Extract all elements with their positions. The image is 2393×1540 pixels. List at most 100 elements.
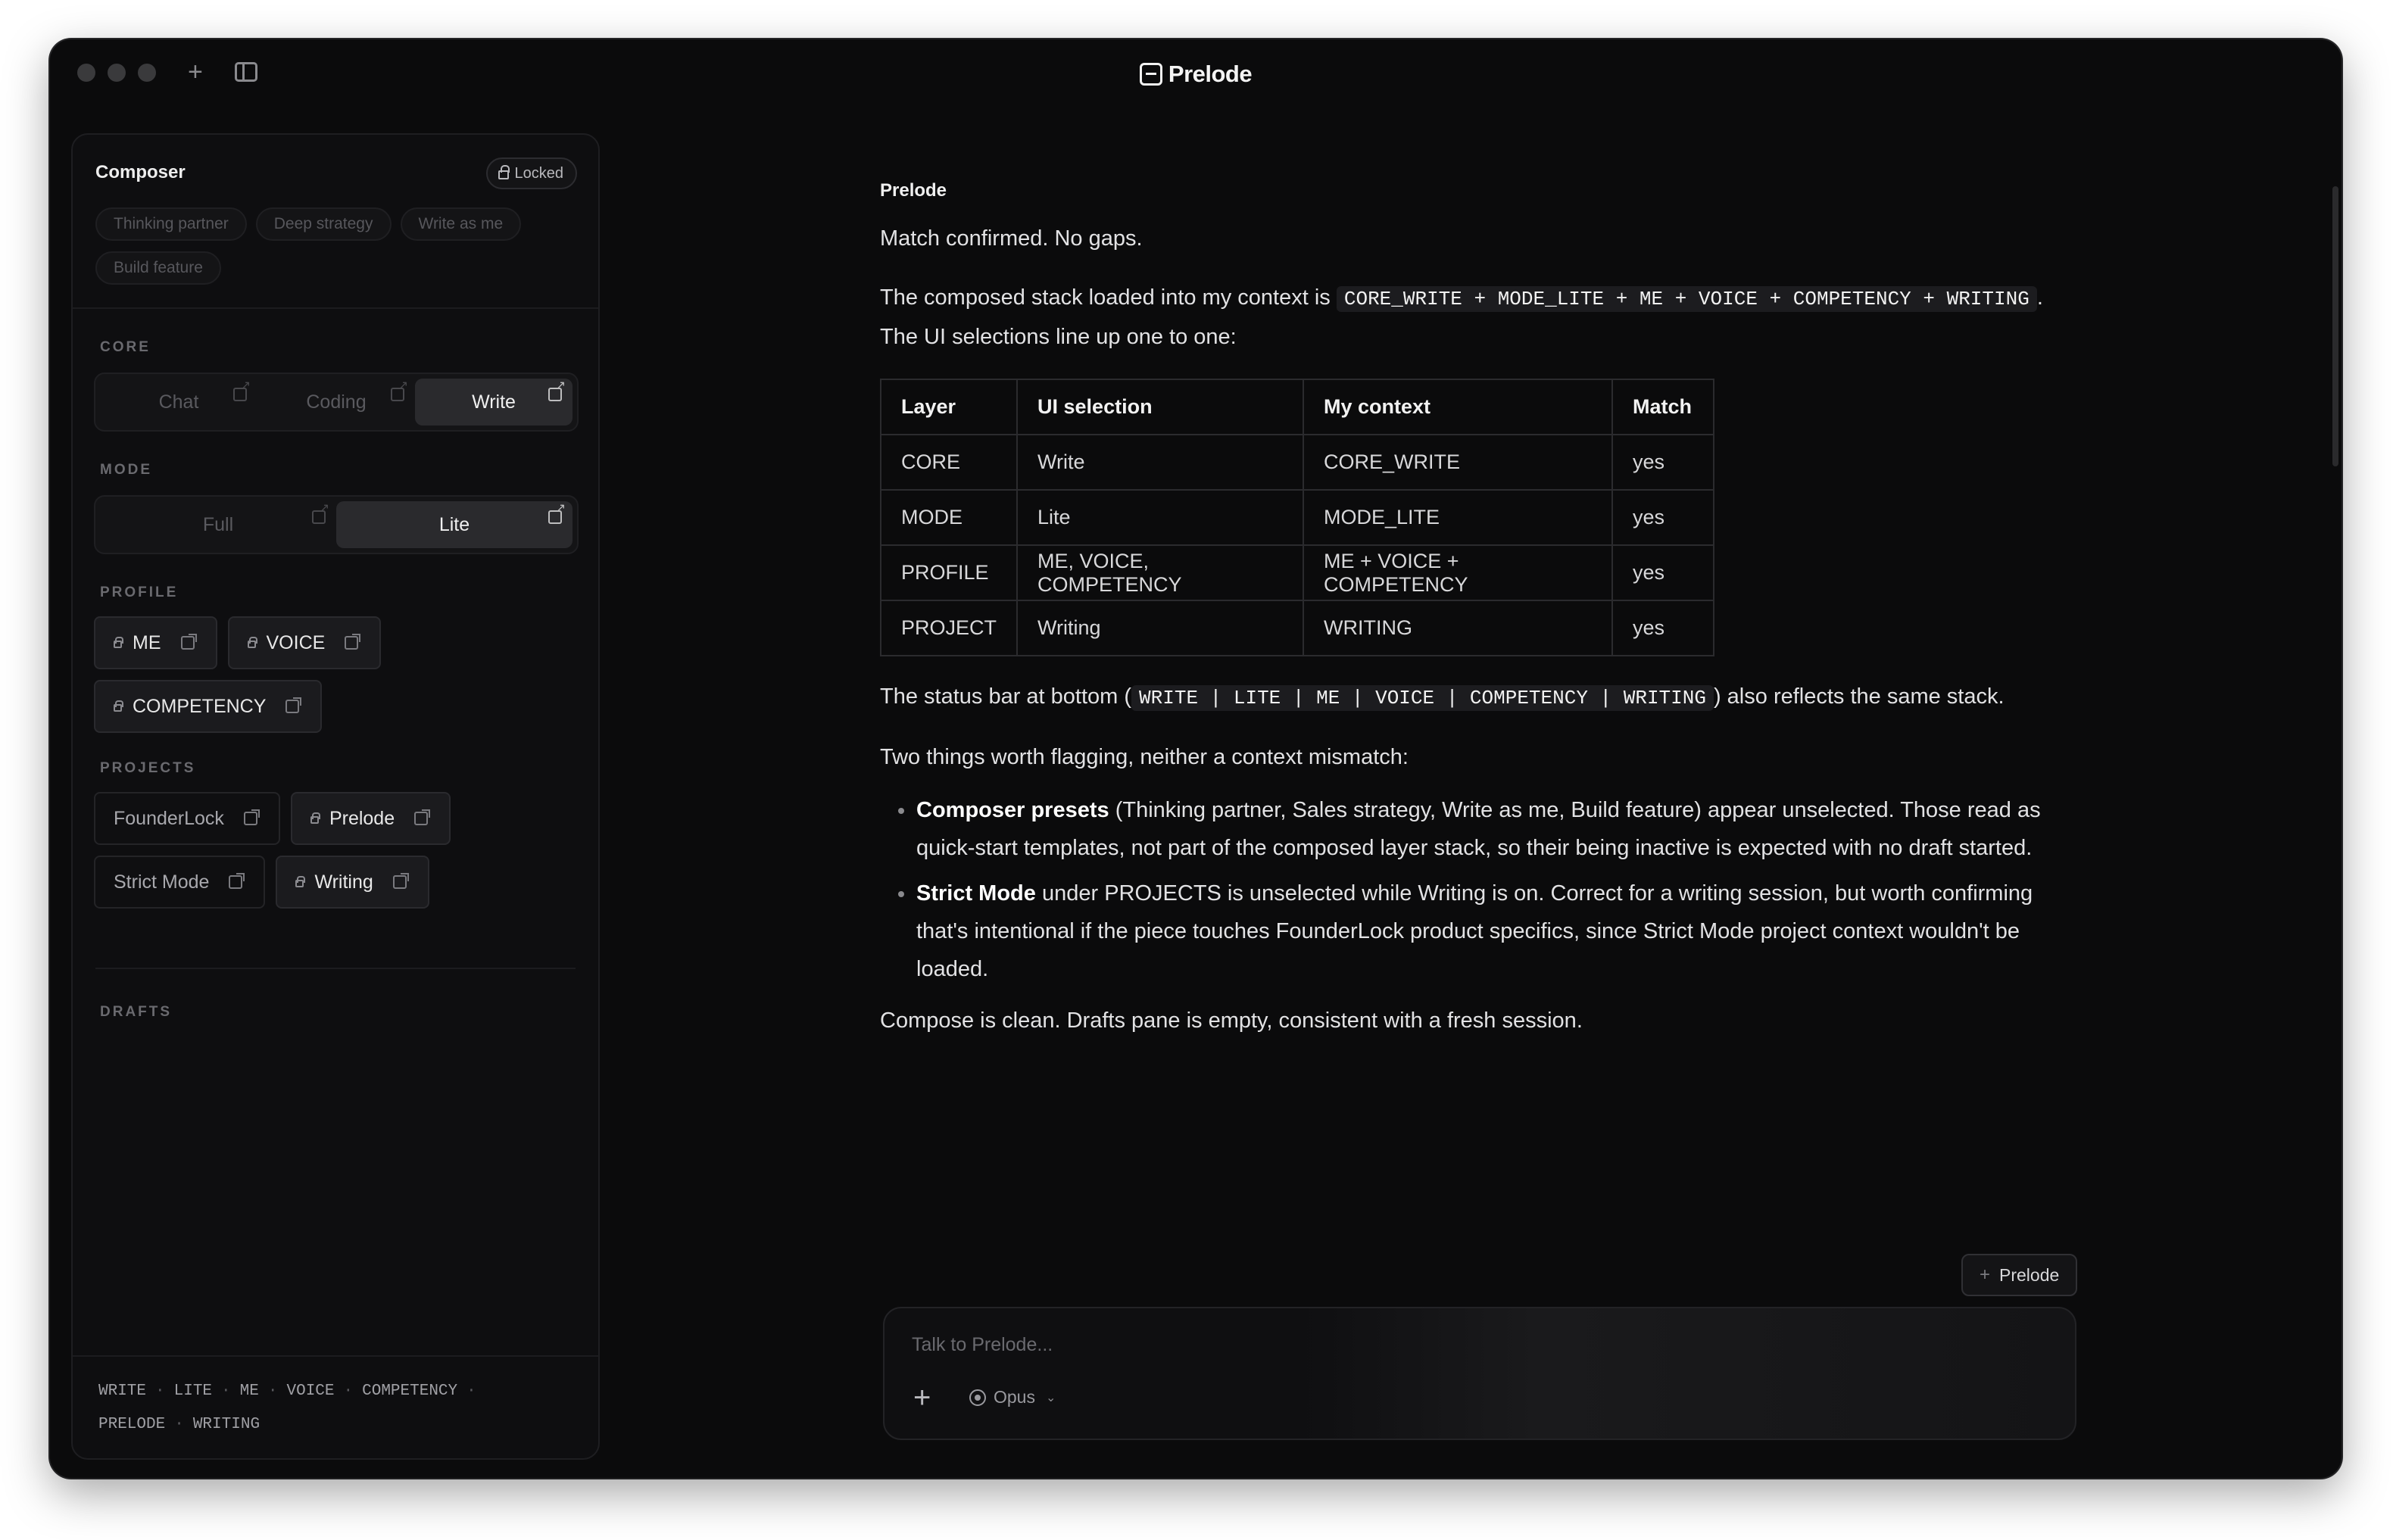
lock-icon <box>247 637 257 648</box>
composer-box: + Opus ⌄ <box>883 1307 2076 1440</box>
composer-presets: Thinking partner Deep strategy Write as … <box>95 207 580 285</box>
mode-selector: Full Lite <box>94 495 579 554</box>
project-chip-strict-mode[interactable]: Strict Mode <box>94 856 266 909</box>
external-link-icon[interactable] <box>345 634 361 650</box>
add-attachment-icon[interactable]: + <box>913 1383 931 1413</box>
preset-deep-strategy[interactable]: Deep strategy <box>255 207 392 241</box>
table-cell: MODE <box>879 489 1019 546</box>
prelode-logo-icon <box>1139 63 1162 86</box>
table-cell: PROFILE <box>879 544 1019 601</box>
table-row: CORE Write CORE_WRITE yes <box>879 434 1715 491</box>
context-chip-prelode[interactable]: + Prelode <box>1961 1254 2078 1296</box>
app-title: Prelode <box>50 61 2342 88</box>
lock-icon <box>310 812 320 824</box>
table-cell: WRITING <box>1303 600 1614 656</box>
list-item: Composer presets (Thinking partner, Sale… <box>880 791 2061 867</box>
profile-section-label: PROFILE <box>100 585 179 600</box>
profile-chip-competency[interactable]: COMPETENCY <box>94 680 323 733</box>
divider <box>73 1355 598 1357</box>
profile-chip-voice[interactable]: VOICE <box>227 616 382 669</box>
lock-icon <box>295 876 306 887</box>
project-chip-founderlock[interactable]: FounderLock <box>94 792 280 845</box>
match-table: Layer UI selection My context Match CORE… <box>879 379 1715 656</box>
model-selector[interactable]: Opus ⌄ <box>969 1387 1056 1408</box>
message-paragraph: Compose is clean. Drafts pane is empty, … <box>880 1008 1583 1033</box>
external-link-icon[interactable] <box>414 809 431 825</box>
project-chips: FounderLock Prelode Strict Mode Writing <box>94 792 488 909</box>
table-cell: ME + VOICE + COMPETENCY <box>1303 544 1614 601</box>
flag-list: Composer presets (Thinking partner, Sale… <box>880 791 2061 988</box>
table-header: Match <box>1611 379 1715 435</box>
profile-chip-me[interactable]: ME <box>94 616 217 669</box>
table-header: UI selection <box>1016 379 1305 435</box>
mode-option-full[interactable]: Full <box>100 501 336 548</box>
core-option-chat[interactable]: Chat <box>100 379 257 426</box>
table-row: PROJECT Writing WRITING yes <box>879 600 1715 656</box>
table-cell: CORE_WRITE <box>1303 434 1614 491</box>
list-item: Strict Mode under PROJECTS is unselected… <box>880 874 2061 988</box>
chevron-down-icon: ⌄ <box>1045 1391 1056 1404</box>
app-window: + Prelode Composer Locked Thinking partn… <box>50 39 2342 1478</box>
stack-status-line: WRITE · LITE · ME · VOICE · COMPETENCY · PRELODE · W… <box>98 1383 476 1433</box>
message-input[interactable] <box>912 1334 1972 1356</box>
title-bar: + Prelode <box>50 39 2342 115</box>
table-cell: yes <box>1611 489 1715 546</box>
external-link-icon[interactable] <box>243 809 260 825</box>
external-link-icon[interactable] <box>312 503 329 524</box>
mode-option-lite[interactable]: Lite <box>336 501 573 548</box>
external-link-icon[interactable] <box>233 380 251 401</box>
project-chip-writing[interactable]: Writing <box>276 856 429 909</box>
divider <box>95 968 576 969</box>
inline-code: WRITE | LITE | ME | VOICE | COMPETENCY |… <box>1131 685 1714 711</box>
message-paragraph: The composed stack loaded into my contex… <box>880 285 2043 349</box>
external-link-icon[interactable] <box>180 634 197 650</box>
table-row: PROFILE ME, VOICE, COMPETENCY ME + VOICE… <box>879 544 1715 601</box>
message-paragraph: The status bar at bottom (WRITE | LITE |… <box>880 684 2005 711</box>
profile-chips: ME VOICE COMPETENCY <box>94 616 412 733</box>
table-cell: PROJECT <box>879 600 1019 656</box>
message-sender: Prelode <box>880 180 947 201</box>
preset-build-feature[interactable]: Build feature <box>95 251 221 285</box>
external-link-icon[interactable] <box>391 380 408 401</box>
core-selector: Chat Coding Write <box>94 373 579 432</box>
projects-section-label: PROJECTS <box>100 760 196 776</box>
core-section-label: CORE <box>100 339 151 355</box>
lock-icon <box>114 700 123 712</box>
table-cell: Lite <box>1016 489 1305 546</box>
project-chip-prelode[interactable]: Prelode <box>290 792 451 845</box>
inline-code: CORE_WRITE + MODE_LITE + ME + VOICE + CO… <box>1336 286 2037 312</box>
preset-thinking-partner[interactable]: Thinking partner <box>95 207 247 241</box>
core-option-coding[interactable]: Coding <box>257 379 415 426</box>
preset-write-as-me[interactable]: Write as me <box>400 207 522 241</box>
message-paragraph: Two things worth flagging, neither a con… <box>880 745 1409 769</box>
core-option-write[interactable]: Write <box>415 379 573 426</box>
table-cell: Write <box>1016 434 1305 491</box>
scrollbar[interactable] <box>2332 186 2338 466</box>
external-link-icon[interactable] <box>392 873 409 889</box>
mode-section-label: MODE <box>100 462 152 478</box>
table-header: My context <box>1303 379 1614 435</box>
table-cell: ME, VOICE, COMPETENCY <box>1016 544 1305 601</box>
external-link-icon[interactable] <box>548 503 566 524</box>
composer-sidebar: Composer Locked Thinking partner Deep st… <box>71 133 600 1460</box>
model-icon <box>969 1389 986 1406</box>
table-cell: MODE_LITE <box>1303 489 1614 546</box>
external-link-icon[interactable] <box>548 380 566 401</box>
table-cell: yes <box>1611 434 1715 491</box>
table-header: Layer <box>879 379 1019 435</box>
divider <box>73 307 598 309</box>
locked-toggle[interactable]: Locked <box>485 157 577 189</box>
external-link-icon[interactable] <box>285 697 302 713</box>
message-paragraph: Match confirmed. No gaps. <box>880 226 1143 251</box>
table-cell: CORE <box>879 434 1019 491</box>
external-link-icon[interactable] <box>229 873 245 889</box>
table-cell: yes <box>1611 600 1715 656</box>
assistant-message: Prelode Match confirmed. No gaps. The co… <box>879 180 2061 1040</box>
lock-icon <box>498 165 510 179</box>
table-header-row: Layer UI selection My context Match <box>879 379 1715 435</box>
table-row: MODE Lite MODE_LITE yes <box>879 489 1715 546</box>
lock-icon <box>114 637 123 648</box>
plus-icon: + <box>1980 1264 1991 1285</box>
table-cell: yes <box>1611 544 1715 601</box>
composer-title: Composer <box>95 162 186 182</box>
